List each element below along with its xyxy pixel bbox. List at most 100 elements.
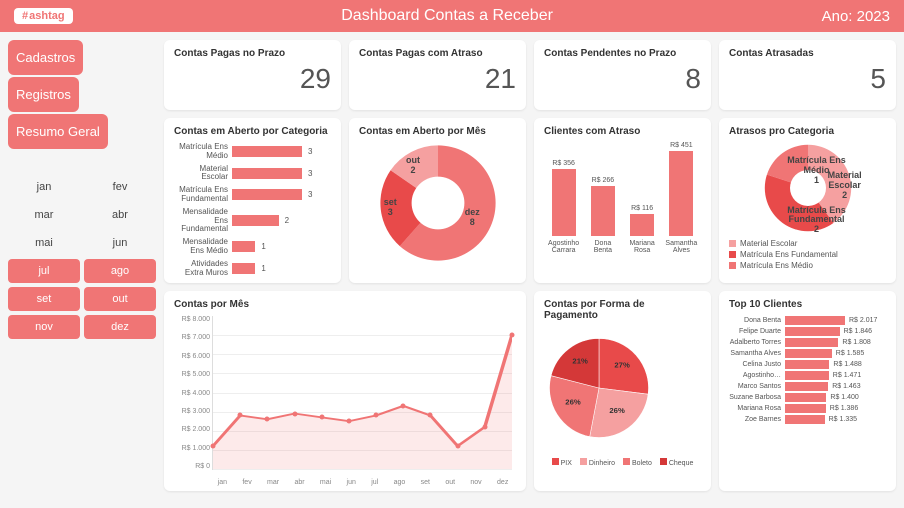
bar-value: 3 (308, 147, 312, 156)
nav-cadastros[interactable]: Cadastros (8, 40, 83, 75)
data-point (292, 411, 297, 416)
month-jun[interactable]: jun (84, 231, 156, 255)
bar (785, 349, 832, 358)
data-point (401, 403, 406, 408)
chart-title: Atrasos pro Categoria (729, 126, 886, 137)
legend-item: Cheque (660, 458, 694, 467)
bar (785, 404, 826, 413)
bar (552, 169, 576, 236)
bar (785, 338, 838, 347)
legend-swatch (729, 251, 736, 258)
month-mai[interactable]: mai (8, 231, 80, 255)
bar (232, 241, 255, 252)
bar-label: Matrícula Ens Médio (174, 143, 232, 161)
kpi-atrasadas: Contas Atrasadas5 (719, 40, 896, 110)
bar-label: Mariana Rosa (729, 405, 785, 412)
bar-value: R$ 1.386 (830, 405, 858, 412)
bar-value: 1 (261, 264, 265, 273)
donut-label: set3 (384, 198, 397, 218)
bar-value: R$ 451 (670, 142, 693, 149)
month-dez[interactable]: dez (84, 315, 156, 339)
svg-text:26%: 26% (609, 406, 625, 415)
svg-text:26%: 26% (565, 398, 581, 407)
chart-title: Clientes com Atraso (544, 126, 701, 137)
bar-label: Zoe Barnes (729, 416, 785, 423)
chart-forma-pagamento: Contas por Forma de Pagamento 27%26%26%2… (534, 291, 711, 491)
legend-item: Dinheiro (580, 458, 615, 467)
kpi-pagas-atraso: Contas Pagas com Atraso21 (349, 40, 526, 110)
x-axis: janfevmarabrmaijunjulagosetoutnovdez (210, 479, 516, 486)
bar (232, 215, 279, 226)
bar (785, 371, 829, 380)
month-nov[interactable]: nov (8, 315, 80, 339)
bar-value: R$ 1.471 (833, 372, 861, 379)
bar (630, 214, 654, 236)
data-point (265, 417, 270, 422)
chart-top10: Top 10 Clientes Dona BentaR$ 2.017Felipe… (719, 291, 896, 491)
bar (785, 382, 828, 391)
bar-value: R$ 2.017 (849, 317, 877, 324)
legend-swatch (729, 262, 736, 269)
kpi-pendentes: Contas Pendentes no Prazo 8 (534, 40, 711, 110)
header-bar: ashtag Dashboard Contas a Receber Ano: 2… (0, 0, 904, 32)
bar-label: Marco Santos (729, 383, 785, 390)
bar-value: 1 (261, 242, 265, 251)
data-point (455, 444, 460, 449)
bar (785, 327, 840, 336)
bar-label: Celina Justo (729, 361, 785, 368)
month-abr[interactable]: abr (84, 203, 156, 227)
kpi-value: 8 (544, 63, 701, 95)
logo: ashtag (14, 8, 73, 24)
year-label: Ano: 2023 (822, 8, 890, 25)
month-set[interactable]: set (8, 287, 80, 311)
plot-area (212, 316, 512, 470)
chart-aberto-mes: Contas em Aberto por Mês dez8set3out2 (349, 118, 526, 283)
page-title: Dashboard Contas a Receber (73, 7, 822, 25)
bar (232, 263, 255, 274)
month-mar[interactable]: mar (8, 203, 80, 227)
bar-label: Adalberto Torres (729, 339, 785, 346)
data-point (374, 413, 379, 418)
bar-value: R$ 1.400 (830, 394, 858, 401)
bar-label: Mensalidade Ens Fundamental (174, 208, 232, 234)
donut-label: Matrícula Ens Médio1 (781, 156, 853, 186)
donut-label: Matrícula Ens Fundamental2 (781, 206, 853, 236)
chart-title: Contas em Aberto por Categoria (174, 126, 331, 137)
legend-swatch (552, 458, 559, 465)
donut-label: dez8 (465, 208, 480, 228)
legend-item: PIX (552, 458, 572, 467)
nav-resumo geral[interactable]: Resumo Geral (8, 114, 108, 149)
bar (232, 146, 302, 157)
legend-item: Boleto (623, 458, 652, 467)
bar-label: Dona Benta (586, 240, 620, 255)
legend-label: Matrícula Ens Médio (740, 261, 813, 270)
bar (232, 168, 302, 179)
kpi-title: Contas Pendentes no Prazo (544, 48, 701, 59)
bar-value: R$ 1.463 (832, 383, 860, 390)
data-point (510, 333, 515, 338)
kpi-title: Contas Pagas no Prazo (174, 48, 331, 59)
month-jan[interactable]: jan (8, 175, 80, 199)
month-fev[interactable]: fev (84, 175, 156, 199)
data-point (211, 444, 216, 449)
donut-label: out2 (406, 156, 420, 176)
kpi-title: Contas Atrasadas (729, 48, 886, 59)
month-out[interactable]: out (84, 287, 156, 311)
nav-registros[interactable]: Registros (8, 77, 79, 112)
month-ago[interactable]: ago (84, 259, 156, 283)
chart-title: Top 10 Clientes (729, 299, 886, 310)
bar-label: Felipe Duarte (729, 328, 785, 335)
bar-value: 2 (285, 216, 289, 225)
data-point (428, 413, 433, 418)
bar-value: 3 (308, 169, 312, 178)
month-jul[interactable]: jul (8, 259, 80, 283)
chart-atrasos-categoria: Atrasos pro Categoria Material Escolar2M… (719, 118, 896, 283)
svg-text:21%: 21% (572, 357, 588, 366)
chart-title: Contas por Forma de Pagamento (544, 299, 701, 321)
bar-label: Agostinho… (729, 372, 785, 379)
bar (232, 189, 302, 200)
bar (785, 415, 825, 424)
bar-value: 3 (308, 190, 312, 199)
sidebar: CadastrosRegistrosResumo Geral janfevmar… (8, 40, 156, 491)
chart-contas-mes: Contas por Mês R$ 8.000R$ 7.000R$ 6.000R… (164, 291, 526, 491)
